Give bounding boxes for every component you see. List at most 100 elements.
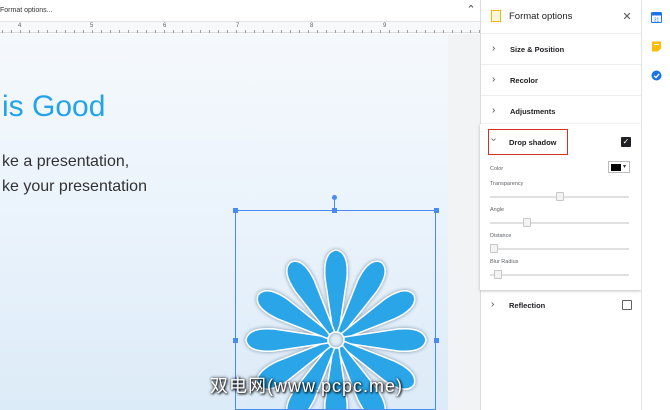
ruler-tick <box>326 30 327 33</box>
blur-radius-slider-track[interactable] <box>490 274 629 276</box>
angle-slider-thumb[interactable] <box>522 218 531 227</box>
drop-shadow-header[interactable]: › Drop shadow <box>488 129 568 155</box>
format-options-menu-item[interactable]: Format options... <box>0 7 53 14</box>
blur-radius-label: Blur Radius <box>490 259 519 265</box>
section-size-position[interactable]: › Size & Position <box>481 33 642 64</box>
ruler-tick <box>227 30 228 33</box>
drop-shadow-checkbox[interactable]: ✓ <box>621 137 631 147</box>
ruler-tick <box>137 30 138 33</box>
section-label: Adjustments <box>510 107 556 116</box>
keep-icon[interactable] <box>651 41 662 52</box>
ruler-label: 6 <box>163 23 167 29</box>
ruler-tick <box>344 30 345 33</box>
ruler-tick <box>389 30 390 33</box>
panel-title: Format options <box>509 11 573 22</box>
resize-handle-top[interactable] <box>332 208 337 213</box>
ruler: 4 5 6 7 8 9 <box>0 22 480 33</box>
section-label: Size & Position <box>510 45 565 54</box>
chevron-right-icon: › <box>492 43 496 54</box>
blur-radius-slider-thumb[interactable] <box>493 270 502 279</box>
ruler-tick <box>119 30 120 33</box>
angle-label: Angle <box>490 207 505 213</box>
ruler-tick <box>191 30 192 33</box>
ruler-tick <box>263 30 264 33</box>
slide-body-line[interactable]: ke your presentation <box>2 178 147 196</box>
ruler-label: 7 <box>236 23 240 29</box>
ruler-tick <box>425 30 426 33</box>
ruler-tick <box>218 30 219 33</box>
calendar-icon[interactable]: 31 <box>651 12 662 23</box>
distance-label: Distance <box>490 233 512 239</box>
ruler-tick <box>38 30 39 33</box>
app-window: Format options... ⌃ 4 5 6 7 8 9 is Good … <box>0 0 670 410</box>
ruler-tick <box>272 30 273 33</box>
ruler-tick <box>47 30 48 33</box>
side-panel-bar: 31 <box>641 0 670 410</box>
angle-slider-track[interactable] <box>490 222 629 224</box>
ruler-tick <box>101 30 102 33</box>
ruler-tick <box>74 30 75 33</box>
drop-shadow-section: › Drop shadow ✓ Color ▾ Transparency Ang… <box>480 124 641 290</box>
transparency-label: Transparency <box>490 181 524 187</box>
rotate-handle[interactable] <box>332 195 337 200</box>
caret-down-icon: ▾ <box>623 164 627 170</box>
ruler-tick <box>110 30 111 33</box>
ruler-label: 5 <box>90 23 94 29</box>
ruler-tick <box>173 30 174 33</box>
ruler-tick <box>371 30 372 33</box>
ruler-tick <box>290 30 291 33</box>
slide-body-line[interactable]: ke a presentation, <box>2 153 129 171</box>
toolbar: Format options... ⌃ <box>0 0 480 22</box>
chevron-up-icon[interactable]: ⌃ <box>465 3 477 17</box>
color-label: Color <box>490 166 504 172</box>
section-reflection[interactable]: › Reflection <box>480 290 641 321</box>
ruler-tick <box>83 30 84 33</box>
ruler-tick <box>353 30 354 33</box>
ruler-tick <box>200 30 201 33</box>
tasks-icon[interactable] <box>651 70 662 81</box>
ruler-tick <box>407 30 408 33</box>
chevron-right-icon: › <box>492 74 496 85</box>
ruler-label: 8 <box>310 23 314 29</box>
canvas-gutter <box>448 34 480 410</box>
ruler-tick <box>398 30 399 33</box>
chevron-down-icon: › <box>488 137 500 142</box>
transparency-slider-thumb[interactable] <box>555 192 564 201</box>
section-label: Reflection <box>509 301 546 310</box>
color-chip <box>611 164 621 171</box>
shadow-color-picker[interactable]: ▾ <box>608 161 630 173</box>
resize-handle-left[interactable] <box>233 338 238 343</box>
ruler-tick <box>470 30 471 33</box>
format-options-icon <box>491 10 501 22</box>
ruler-tick <box>164 30 165 33</box>
resize-handle-top-left[interactable] <box>233 208 238 213</box>
chevron-right-icon: › <box>492 105 496 116</box>
close-icon[interactable]: ✕ <box>621 10 633 23</box>
ruler-tick <box>128 30 129 33</box>
ruler-tick <box>416 30 417 33</box>
ruler-tick <box>443 30 444 33</box>
section-recolor[interactable]: › Recolor <box>481 64 642 95</box>
slide-title[interactable]: is Good <box>2 90 105 124</box>
ruler-label: 9 <box>383 23 387 29</box>
ruler-tick <box>155 30 156 33</box>
ruler-tick <box>11 30 12 33</box>
ruler-tick <box>182 30 183 33</box>
reflection-checkbox[interactable] <box>622 300 632 310</box>
ruler-tick <box>92 30 93 33</box>
panel-header: Format options ✕ <box>481 0 642 33</box>
resize-handle-right[interactable] <box>434 338 439 343</box>
ruler-tick <box>461 30 462 33</box>
ruler-tick <box>65 30 66 33</box>
resize-handle-top-right[interactable] <box>434 208 439 213</box>
section-adjustments[interactable]: › Adjustments <box>481 95 642 126</box>
distance-slider-track[interactable] <box>490 248 629 250</box>
ruler-tick <box>20 30 21 33</box>
svg-text:31: 31 <box>654 18 660 24</box>
ruler-tick <box>362 30 363 33</box>
distance-slider-thumb[interactable] <box>490 244 498 253</box>
ruler-tick <box>245 30 246 33</box>
watermark-text: 双电网(www.pcpc.me) <box>210 376 404 396</box>
ruler-tick <box>380 30 381 33</box>
ruler-tick <box>146 30 147 33</box>
